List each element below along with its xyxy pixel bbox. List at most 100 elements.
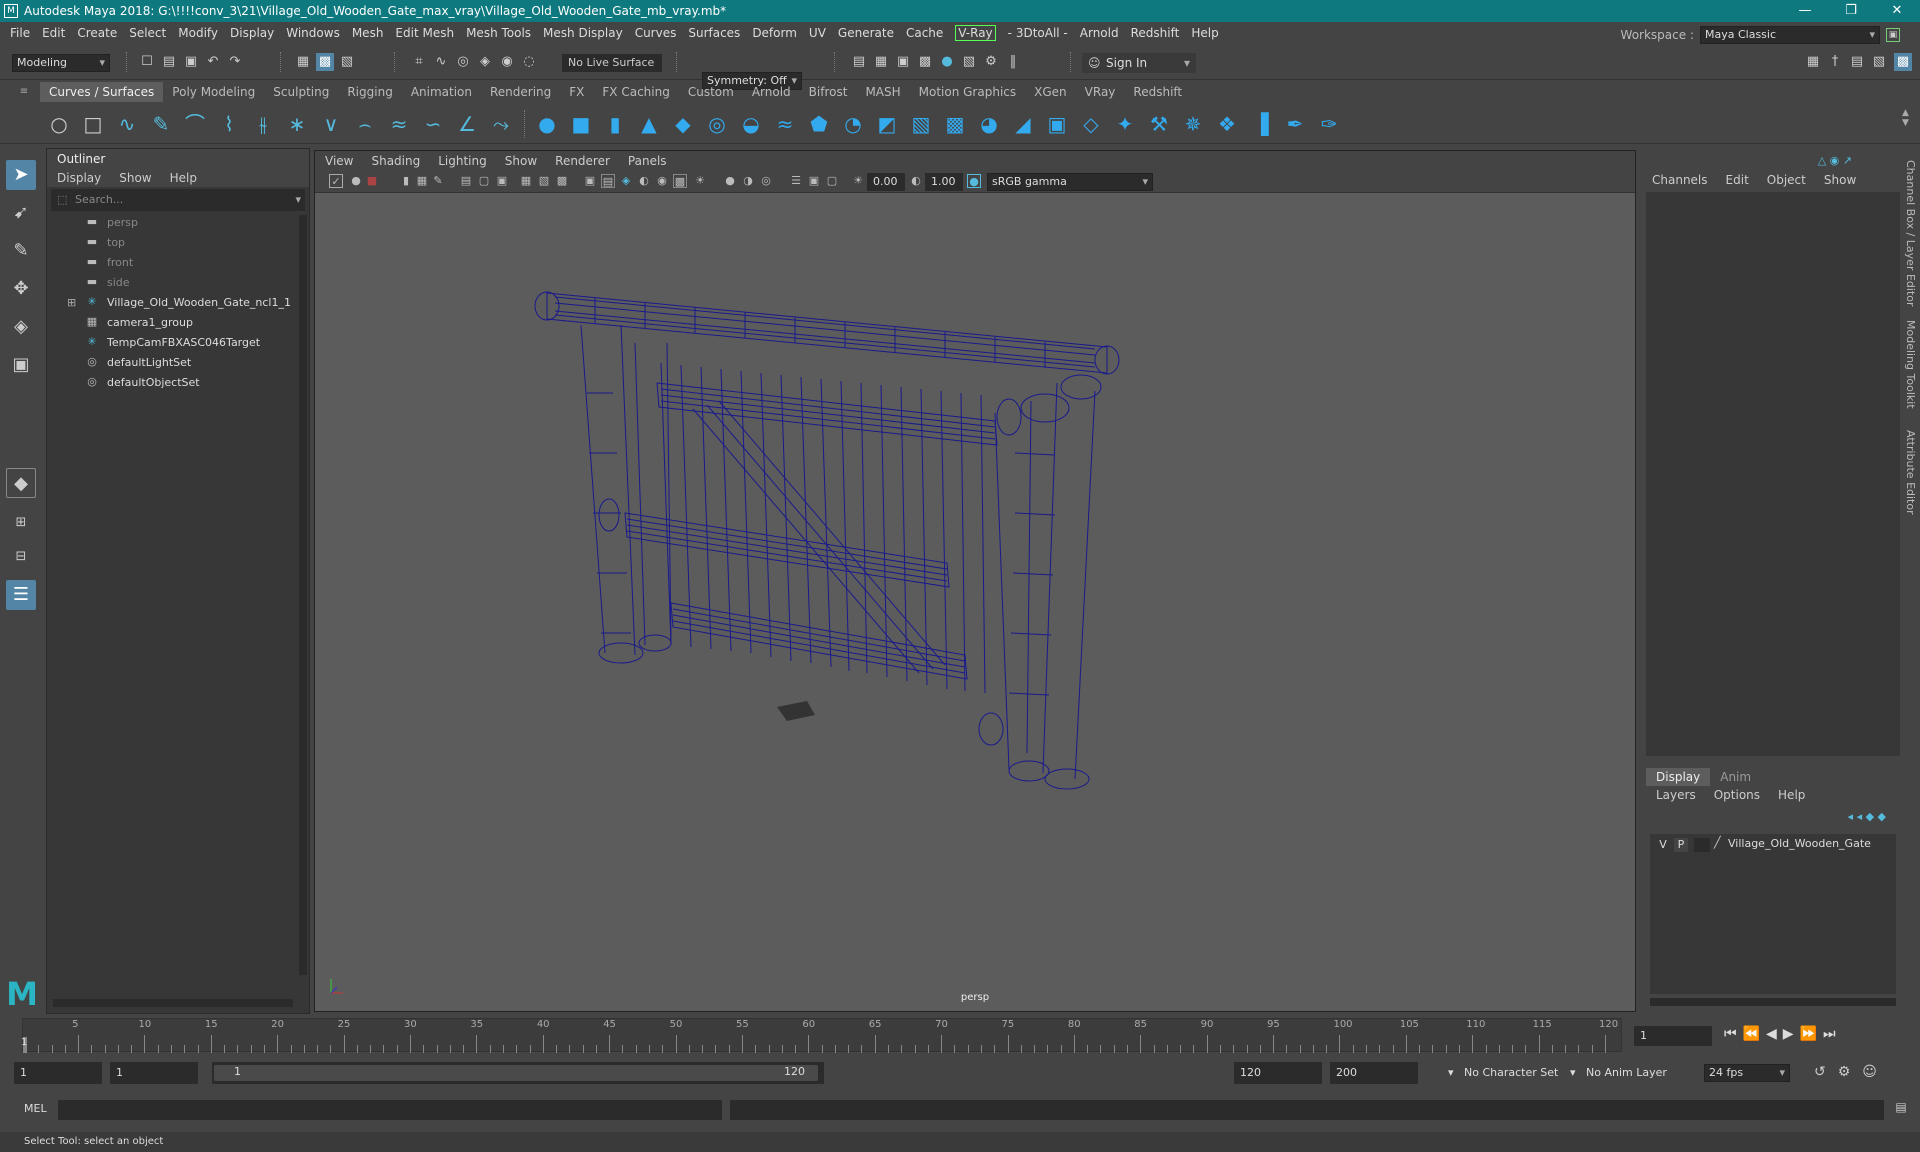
move-tool-icon[interactable]: ✥ bbox=[6, 274, 36, 304]
ipr-render-icon[interactable]: ▣ bbox=[894, 53, 912, 71]
safe-action-icon[interactable]: ▩ bbox=[555, 174, 569, 188]
gamma-field[interactable]: 1.00 bbox=[925, 173, 963, 191]
outliner-search-input[interactable]: Search... ⬚ ▾ bbox=[51, 189, 305, 211]
nurbs-square-icon[interactable]: □ bbox=[80, 111, 106, 137]
channel-box-menu-channels[interactable]: Channels bbox=[1652, 170, 1708, 192]
shelf-tab-rendering[interactable]: Rendering bbox=[481, 82, 560, 102]
shelf-tab-xgen[interactable]: XGen bbox=[1025, 82, 1076, 102]
playback-start-field[interactable]: 1 bbox=[110, 1062, 198, 1084]
field-chart-icon[interactable]: ▧ bbox=[537, 174, 551, 188]
menu-edit-mesh[interactable]: Edit Mesh bbox=[395, 26, 454, 40]
attach-surface-icon[interactable]: ⚒ bbox=[1146, 111, 1172, 137]
2d-pan-icon[interactable]: ▦ bbox=[415, 174, 429, 188]
save-scene-icon[interactable]: ▣ bbox=[182, 53, 200, 71]
ao-icon[interactable]: ☀ bbox=[693, 174, 707, 188]
nurbs-circle-icon[interactable]: ○ bbox=[46, 111, 72, 137]
planar-icon[interactable]: ⬟ bbox=[806, 111, 832, 137]
arc-tool-icon[interactable]: ⌒ bbox=[182, 111, 208, 137]
viewport-menu-lighting[interactable]: Lighting bbox=[438, 151, 487, 171]
menu-uv[interactable]: UV bbox=[809, 26, 826, 40]
detach-surface-icon[interactable]: ✵ bbox=[1180, 111, 1206, 137]
extrude-icon[interactable]: ◔ bbox=[840, 111, 866, 137]
character-set-dropdown[interactable]: ▾ No Character Set bbox=[1448, 1066, 1558, 1079]
textured-icon[interactable]: ◈ bbox=[619, 174, 633, 188]
attribute-editor-icon[interactable]: ▤ bbox=[1848, 53, 1866, 71]
camera-attr-icon[interactable]: ● bbox=[349, 174, 363, 188]
pause-icon[interactable]: ‖ bbox=[1004, 53, 1022, 71]
render-settings-icon[interactable]: ▩ bbox=[916, 53, 934, 71]
menu-mesh[interactable]: Mesh bbox=[352, 26, 384, 40]
new-scene-icon[interactable]: ☐ bbox=[138, 53, 156, 71]
command-input[interactable] bbox=[58, 1100, 722, 1120]
menu-generate[interactable]: Generate bbox=[838, 26, 894, 40]
layer-scrollbar[interactable] bbox=[1650, 998, 1896, 1006]
shelf-scroll-icon[interactable]: ▲ ▼ bbox=[1902, 108, 1909, 128]
layer-playback-toggle[interactable]: P bbox=[1674, 838, 1688, 852]
lights-icon[interactable]: ◐ bbox=[637, 174, 651, 188]
viewport-menu-renderer[interactable]: Renderer bbox=[555, 151, 610, 171]
menu-mesh-tools[interactable]: Mesh Tools bbox=[466, 26, 531, 40]
exposure-field[interactable]: 0.00 bbox=[867, 173, 905, 191]
select-component-icon[interactable]: ▧ bbox=[338, 53, 356, 71]
menu-windows[interactable]: Windows bbox=[286, 26, 340, 40]
snap-view-icon[interactable]: ◈ bbox=[476, 53, 494, 71]
undo-icon[interactable]: ↶ bbox=[204, 53, 222, 71]
birail-icon[interactable]: ◩ bbox=[874, 111, 900, 137]
chevron-down-icon[interactable]: ▾ bbox=[295, 189, 301, 211]
xray-icon[interactable]: ▩ bbox=[673, 174, 687, 188]
safe-title-icon[interactable]: ▢ bbox=[825, 174, 839, 188]
outliner-menu-display[interactable]: Display bbox=[57, 169, 101, 187]
sign-in-button[interactable]: ☺ Sign In ▾ bbox=[1082, 53, 1196, 73]
menu-arnold[interactable]: Arnold bbox=[1080, 26, 1119, 40]
snap-point-icon[interactable]: ◎ bbox=[454, 53, 472, 71]
fps-dropdown[interactable]: 24 fps bbox=[1704, 1064, 1790, 1082]
outliner-item[interactable]: ▬ persp bbox=[47, 213, 309, 233]
nurbs-plane-icon[interactable]: ◆ bbox=[670, 111, 696, 137]
layer-menu-options[interactable]: Options bbox=[1714, 786, 1760, 804]
shelf-tab-arnold[interactable]: Arnold bbox=[743, 82, 800, 102]
trim-tool-icon[interactable]: ◇ bbox=[1078, 111, 1104, 137]
viewport-menu-shading[interactable]: Shading bbox=[371, 151, 420, 171]
range-bar[interactable]: 1 120 bbox=[212, 1062, 824, 1084]
snap-pivot-icon[interactable]: ◌ bbox=[520, 53, 538, 71]
smooth-shade-icon[interactable]: ▣ bbox=[583, 174, 597, 188]
snap-surface-icon[interactable]: ◉ bbox=[498, 53, 516, 71]
side-tab-channel-box-layer-editor[interactable]: Channel Box / Layer Editor bbox=[1904, 160, 1917, 307]
select-camera-icon[interactable]: ✓ bbox=[329, 174, 343, 188]
open-scene-icon[interactable]: ▤ bbox=[160, 53, 178, 71]
vray-render-icon[interactable]: ▧ bbox=[960, 53, 978, 71]
shelf-tab-redshift[interactable]: Redshift bbox=[1124, 82, 1191, 102]
shelf-tab-motion-graphics[interactable]: Motion Graphics bbox=[910, 82, 1026, 102]
live-surface-field[interactable]: No Live Surface bbox=[562, 54, 662, 72]
outliner-scrollbar[interactable] bbox=[299, 215, 307, 975]
menu-curves[interactable]: Curves bbox=[635, 26, 677, 40]
menu-select[interactable]: Select bbox=[129, 26, 166, 40]
expand-icon[interactable]: ⊞ bbox=[67, 293, 76, 313]
minimize-button[interactable]: — bbox=[1782, 0, 1828, 22]
intersect-icon[interactable]: ▣ bbox=[1044, 111, 1070, 137]
render-frame-icon[interactable]: ▦ bbox=[872, 53, 890, 71]
scale-tool-icon[interactable]: ▣ bbox=[6, 350, 36, 380]
channel-box-menu-show[interactable]: Show bbox=[1824, 170, 1856, 192]
side-tab-modeling-toolkit[interactable]: Modeling Toolkit bbox=[1904, 320, 1917, 409]
outliner-item[interactable]: ◎ defaultObjectSet bbox=[47, 373, 309, 393]
hypershade-icon[interactable]: ● bbox=[938, 53, 956, 71]
shelf-tab-fx-caching[interactable]: FX Caching bbox=[593, 82, 678, 102]
outliner-item[interactable]: ◎ defaultLightSet bbox=[47, 353, 309, 373]
gamma-icon[interactable]: ◐ bbox=[909, 174, 923, 188]
extend-curve-icon[interactable]: ⌢ bbox=[352, 111, 378, 137]
close-button[interactable]: ✕ bbox=[1874, 0, 1920, 22]
frame-selection-icon[interactable]: ▣ bbox=[807, 174, 821, 188]
rebuild-curve-icon[interactable]: ∽ bbox=[420, 111, 446, 137]
outliner-menu-show[interactable]: Show bbox=[119, 169, 151, 187]
four-view-icon[interactable]: ⊞ bbox=[6, 508, 36, 538]
workspace-dropdown[interactable]: Maya Classic bbox=[1700, 26, 1880, 44]
layer-visibility-toggle[interactable]: V bbox=[1656, 838, 1670, 852]
menu-3dtoall[interactable]: - 3DtoAll - bbox=[1008, 26, 1068, 40]
color-management-icon[interactable]: ● bbox=[967, 174, 981, 188]
channel-box-menu-object[interactable]: Object bbox=[1767, 170, 1806, 192]
insert-knot-icon[interactable]: ∨ bbox=[318, 111, 344, 137]
outliner-h-scrollbar[interactable] bbox=[53, 999, 293, 1007]
shelf-tab-custom[interactable]: Custom bbox=[679, 82, 743, 102]
outliner-item[interactable]: ▬ side bbox=[47, 273, 309, 293]
